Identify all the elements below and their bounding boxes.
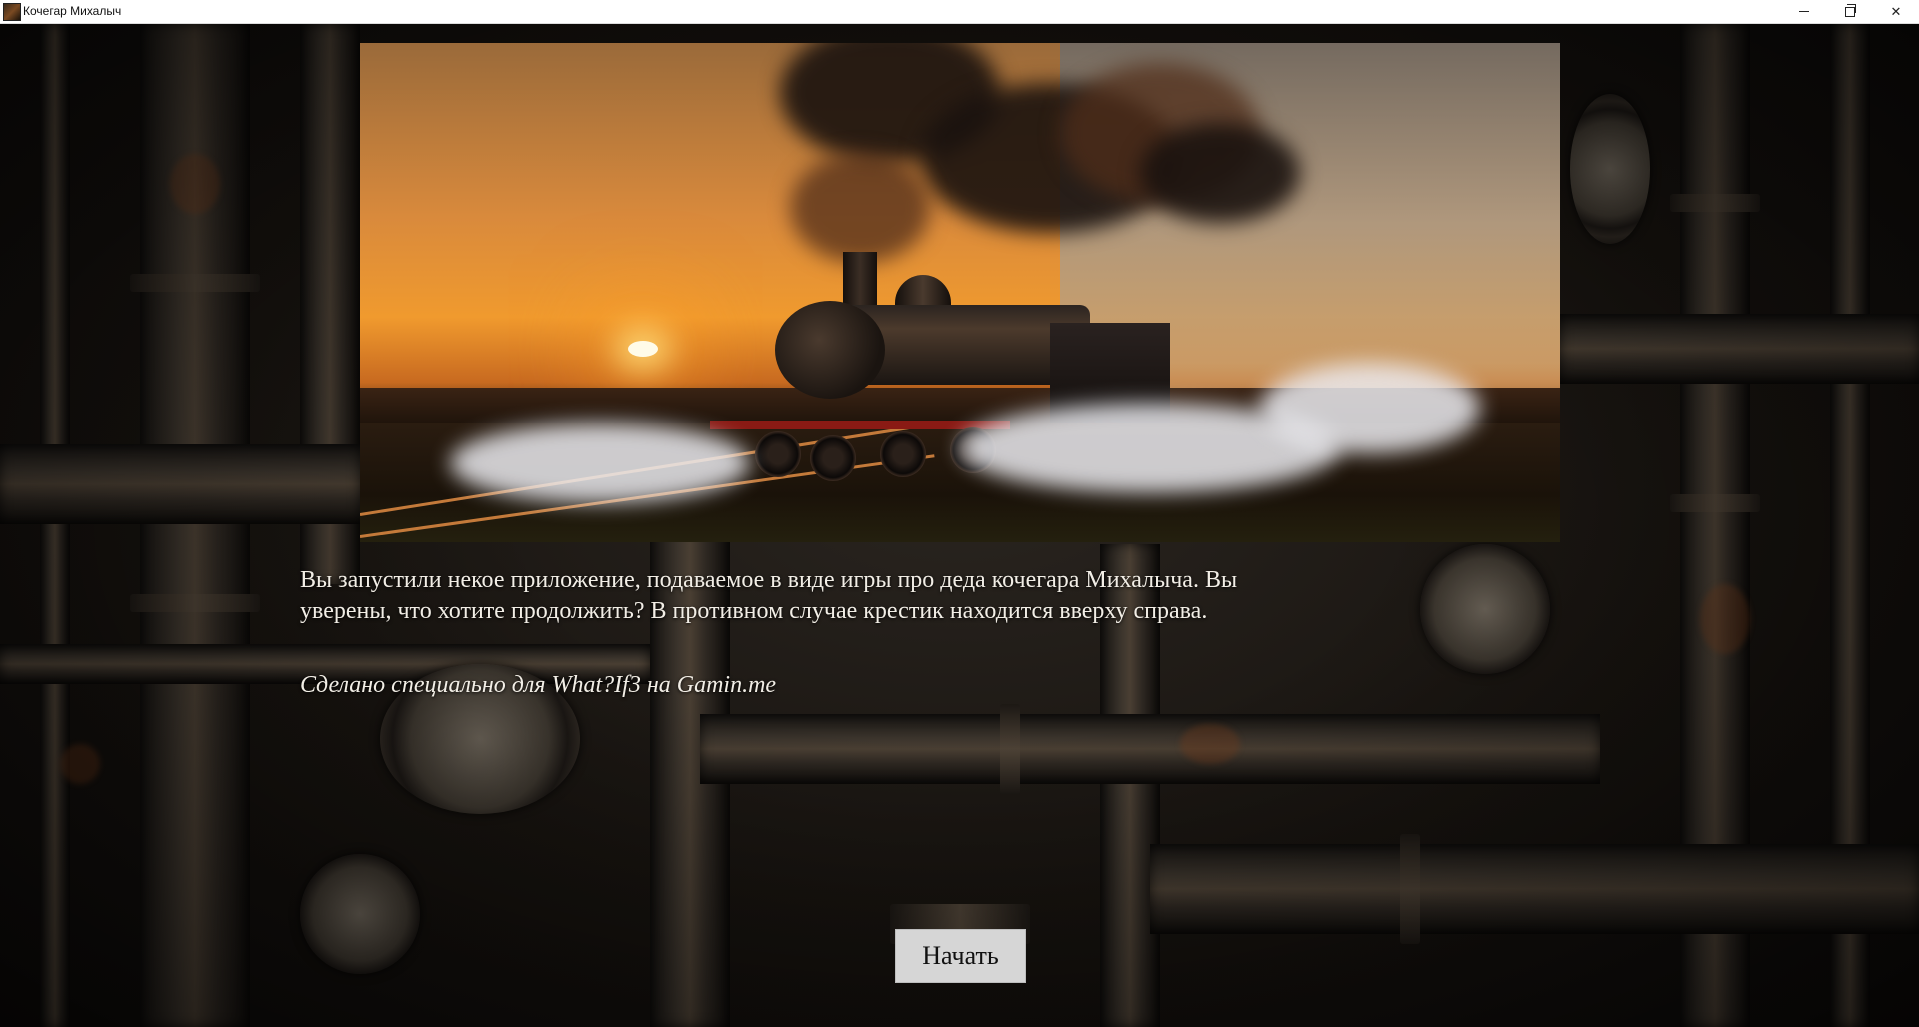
minimize-icon	[1799, 11, 1809, 12]
steam-cloud	[450, 423, 750, 503]
smoke-cloud	[790, 153, 930, 263]
close-icon: ✕	[1890, 3, 1902, 19]
locomotive-front	[775, 301, 885, 399]
credits-text: Сделано специально для What?If3 на Gamin…	[300, 672, 777, 698]
locomotive-illustration	[360, 43, 1560, 542]
minimize-button[interactable]	[1781, 0, 1827, 23]
intro-text: Вы запустили некое приложение, подаваемо…	[300, 567, 1238, 624]
smoke-cloud	[1140, 123, 1300, 223]
sun	[628, 341, 658, 357]
restore-icon	[1845, 3, 1856, 17]
maximize-button[interactable]	[1827, 0, 1873, 23]
app-icon	[3, 3, 21, 21]
locomotive-wheel	[755, 431, 801, 477]
window-title: Кочегар Михалыч	[23, 4, 122, 18]
title-bar[interactable]: Кочегар Михалыч ✕	[0, 0, 1919, 24]
close-button[interactable]: ✕	[1873, 0, 1919, 23]
locomotive-wheel	[810, 435, 856, 481]
steam-cloud	[1260, 363, 1480, 453]
locomotive-wheel	[880, 431, 926, 477]
start-button[interactable]: Начать	[895, 929, 1026, 983]
